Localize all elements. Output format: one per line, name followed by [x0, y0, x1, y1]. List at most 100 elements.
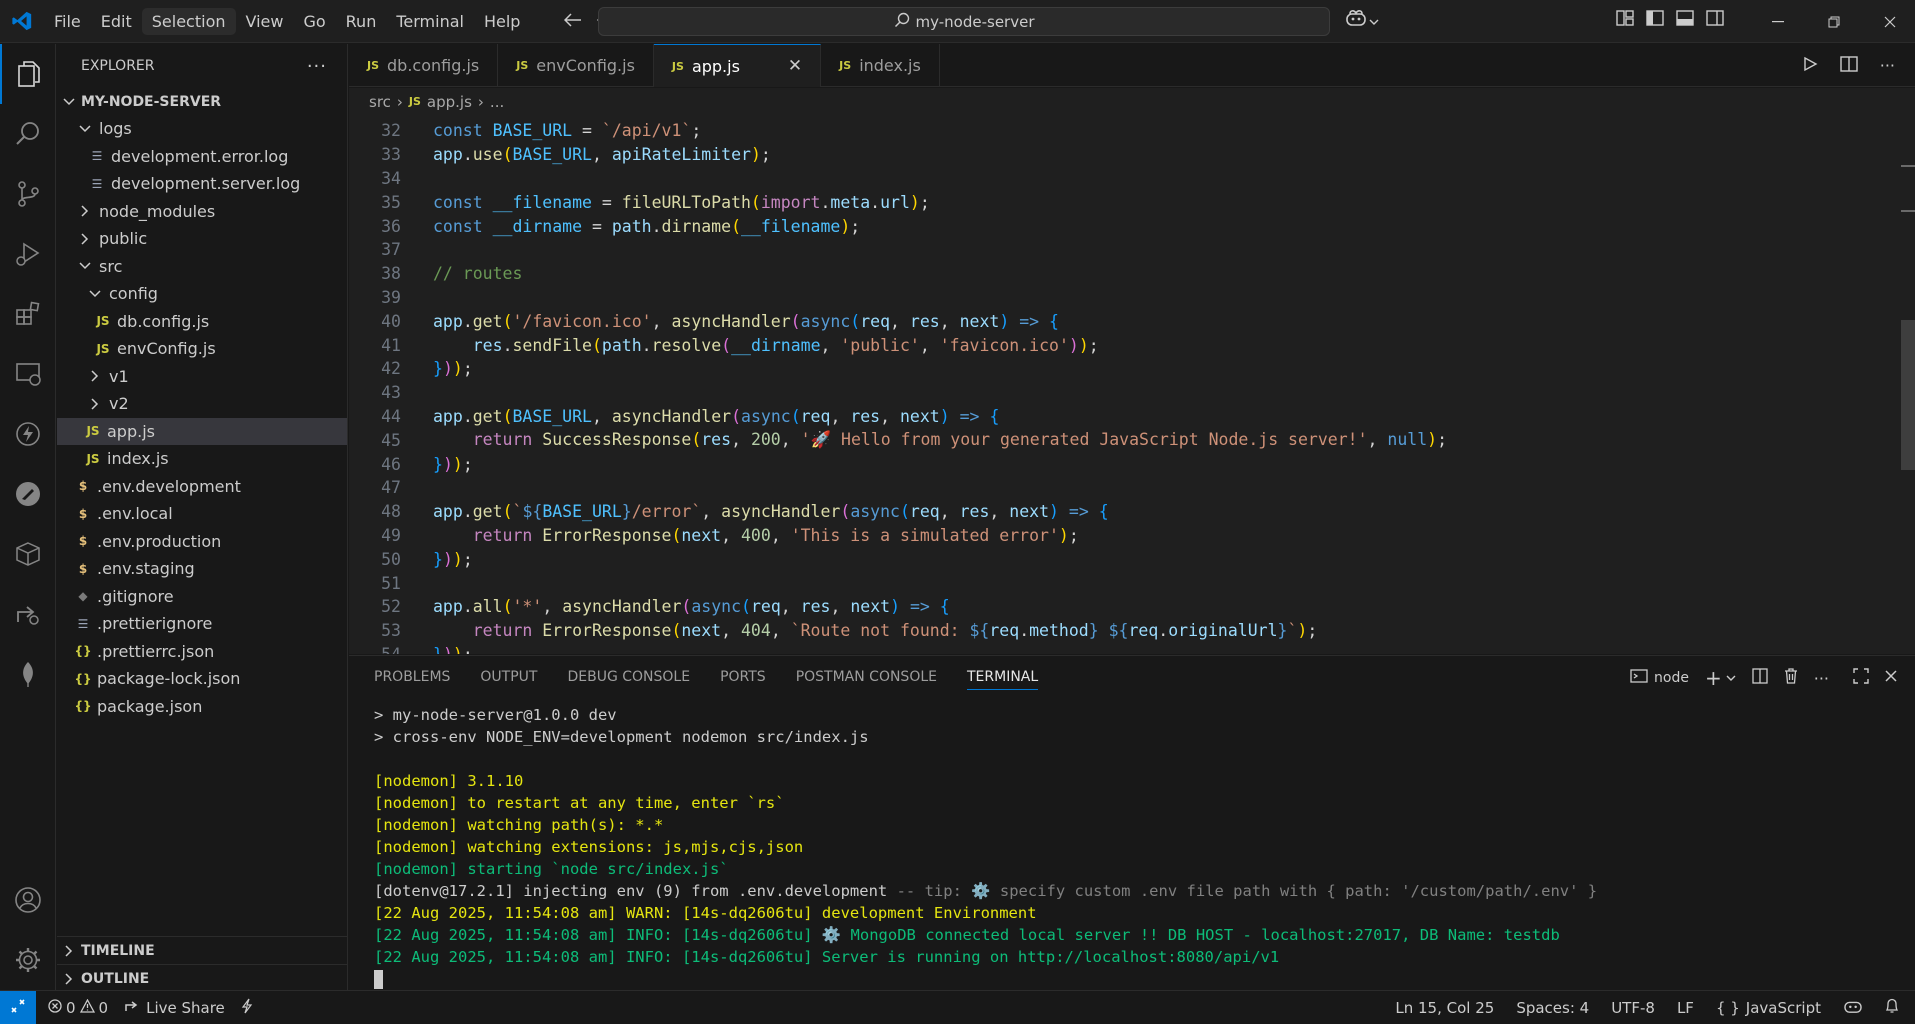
live-share-activity-icon[interactable] [0, 584, 56, 644]
explorer-icon[interactable] [0, 44, 56, 104]
panel-tab-debug-console[interactable]: DEBUG CONSOLE [567, 669, 690, 685]
problems-indicator[interactable]: 0 0 [48, 998, 108, 1017]
panel-tab-output[interactable]: OUTPUT [480, 669, 537, 685]
end-of-line[interactable]: LF [1677, 999, 1694, 1017]
tab-db-config-js[interactable]: JS db.config.js [349, 44, 499, 87]
tree-file-package-json[interactable]: {} package.json [57, 693, 347, 721]
copilot-menu[interactable] [1345, 9, 1379, 31]
thunder-client-icon[interactable] [0, 404, 56, 464]
cursor-position[interactable]: Ln 15, Col 25 [1395, 999, 1494, 1017]
tree-label: src [99, 256, 123, 276]
run-debug-icon[interactable] [0, 224, 56, 284]
tab-envconfig-js[interactable]: JS envConfig.js [498, 44, 654, 87]
panel-tab-terminal[interactable]: TERMINAL [967, 669, 1039, 690]
tree-folder-public[interactable]: public [57, 225, 347, 253]
postman-icon[interactable] [0, 464, 56, 524]
breadcrumb-folder[interactable]: src [369, 93, 391, 111]
accounts-icon[interactable] [0, 870, 56, 930]
panel-tab-ports[interactable]: PORTS [720, 669, 766, 685]
tree-file-env-development[interactable]: $ .env.development [57, 473, 347, 501]
tree-file-app-js[interactable]: JS app.js [57, 417, 347, 445]
thunder-icon[interactable] [241, 998, 253, 1018]
copilot-status-icon[interactable] [1843, 998, 1863, 1018]
indentation[interactable]: Spaces: 4 [1516, 999, 1589, 1017]
tree-folder-v2[interactable]: v2 [57, 390, 347, 418]
menu-run[interactable]: Run [336, 8, 387, 35]
tab-index-js[interactable]: JS index.js [821, 44, 940, 87]
close-tab-icon[interactable]: ✕ [788, 56, 802, 76]
search-view-icon[interactable] [0, 104, 56, 164]
containers-icon[interactable] [0, 524, 56, 584]
tree-file-package-lock-json[interactable]: {} package-lock.json [57, 665, 347, 693]
run-file-icon[interactable] [1802, 56, 1818, 76]
code-editor[interactable]: 32 const BASE_URL = `/api/v1`; 33 app.use(… [349, 115, 1915, 654]
tree-file-index-js[interactable]: JS index.js [57, 445, 347, 473]
extensions-icon[interactable] [0, 284, 56, 344]
chevron-down-icon[interactable] [1726, 670, 1736, 686]
tree-folder-logs[interactable]: logs [57, 115, 347, 143]
tree-file-prettierignore[interactable]: ☰ .prettierignore [57, 610, 347, 638]
workspace-root[interactable]: MY-NODE-SERVER [57, 88, 347, 115]
breadcrumb-symbol[interactable]: ... [490, 93, 504, 111]
maximize-panel-icon[interactable] [1853, 668, 1869, 688]
tree-file-gitignore[interactable]: ◆ .gitignore [57, 583, 347, 611]
toggle-panel-icon[interactable] [1676, 10, 1694, 30]
language-mode[interactable]: { } JavaScript [1716, 999, 1821, 1017]
more-actions-icon[interactable]: ··· [307, 56, 327, 77]
menu-selection[interactable]: Selection [141, 7, 236, 35]
toggle-secondary-sidebar-icon[interactable] [1706, 10, 1724, 30]
settings-gear-icon[interactable] [0, 930, 56, 990]
menu-file[interactable]: File [44, 8, 91, 35]
remote-indicator[interactable] [0, 990, 36, 1024]
menu-edit[interactable]: Edit [91, 8, 142, 35]
tree-folder-v1[interactable]: v1 [57, 363, 347, 391]
more-actions-icon[interactable]: ··· [1814, 669, 1829, 688]
tree-folder-node-modules[interactable]: node_modules [57, 198, 347, 226]
remote-explorer-icon[interactable] [0, 344, 56, 404]
encoding[interactable]: UTF-8 [1611, 999, 1655, 1017]
menu-go[interactable]: Go [293, 8, 335, 35]
tab-app-js[interactable]: JS app.js ✕ [653, 44, 822, 87]
split-terminal-icon[interactable] [1752, 668, 1768, 688]
tree-folder-config[interactable]: config [57, 280, 347, 308]
tree-file-development-error-log[interactable]: ☰ development.error.log [57, 143, 347, 171]
more-actions-icon[interactable]: ··· [1880, 56, 1895, 76]
menu-terminal[interactable]: Terminal [386, 8, 474, 35]
notifications-bell-icon[interactable] [1885, 998, 1899, 1018]
split-editor-icon[interactable] [1840, 56, 1858, 76]
timeline-section[interactable]: TIMELINE [57, 936, 347, 964]
editor-scrollbar-thumb[interactable] [1901, 320, 1915, 470]
line-number: 32 [381, 121, 401, 141]
command-center-search[interactable]: my-node-server [598, 7, 1330, 36]
source-control-icon[interactable] [0, 164, 56, 224]
trash-icon[interactable] [1784, 668, 1798, 688]
close-panel-icon[interactable] [1885, 670, 1897, 686]
tree-file-development-server-log[interactable]: ☰ development.server.log [57, 170, 347, 198]
menu-view[interactable]: View [236, 8, 294, 35]
customize-layout-icon[interactable] [1616, 10, 1634, 30]
breadcrumb-file[interactable]: app.js [427, 93, 472, 111]
back-arrow-icon[interactable] [564, 12, 582, 31]
editor-scrollbar[interactable] [1901, 115, 1915, 654]
minimize-icon[interactable] [1750, 0, 1806, 43]
terminal-shell-name[interactable]: node [1654, 670, 1689, 686]
menu-help[interactable]: Help [474, 8, 530, 35]
new-terminal-plus-icon[interactable]: + [1705, 666, 1722, 690]
line-number: 35 [381, 192, 401, 212]
outline-section[interactable]: OUTLINE [57, 964, 347, 992]
tree-file-envconfig-js[interactable]: JS envConfig.js [57, 335, 347, 363]
panel-tab-problems[interactable]: PROBLEMS [374, 669, 450, 685]
tree-file-db-config-js[interactable]: JS db.config.js [57, 308, 347, 336]
toggle-primary-sidebar-icon[interactable] [1646, 10, 1664, 30]
tree-folder-src[interactable]: src [57, 253, 347, 281]
tree-file-prettierrc-json[interactable]: {} .prettierrc.json [57, 638, 347, 666]
mongodb-icon[interactable] [0, 644, 56, 704]
tree-file-env-staging[interactable]: $ .env.staging [57, 555, 347, 583]
close-window-icon[interactable] [1862, 0, 1915, 43]
terminal-output[interactable]: > my-node-server@1.0.0 dev > cross-env N… [349, 698, 1915, 990]
panel-tab-postman-console[interactable]: POSTMAN CONSOLE [796, 669, 937, 685]
tree-file-env-local[interactable]: $ .env.local [57, 500, 347, 528]
tree-file-env-production[interactable]: $ .env.production [57, 528, 347, 556]
restore-icon[interactable] [1806, 0, 1862, 43]
live-share-button[interactable]: Live Share [124, 999, 225, 1017]
